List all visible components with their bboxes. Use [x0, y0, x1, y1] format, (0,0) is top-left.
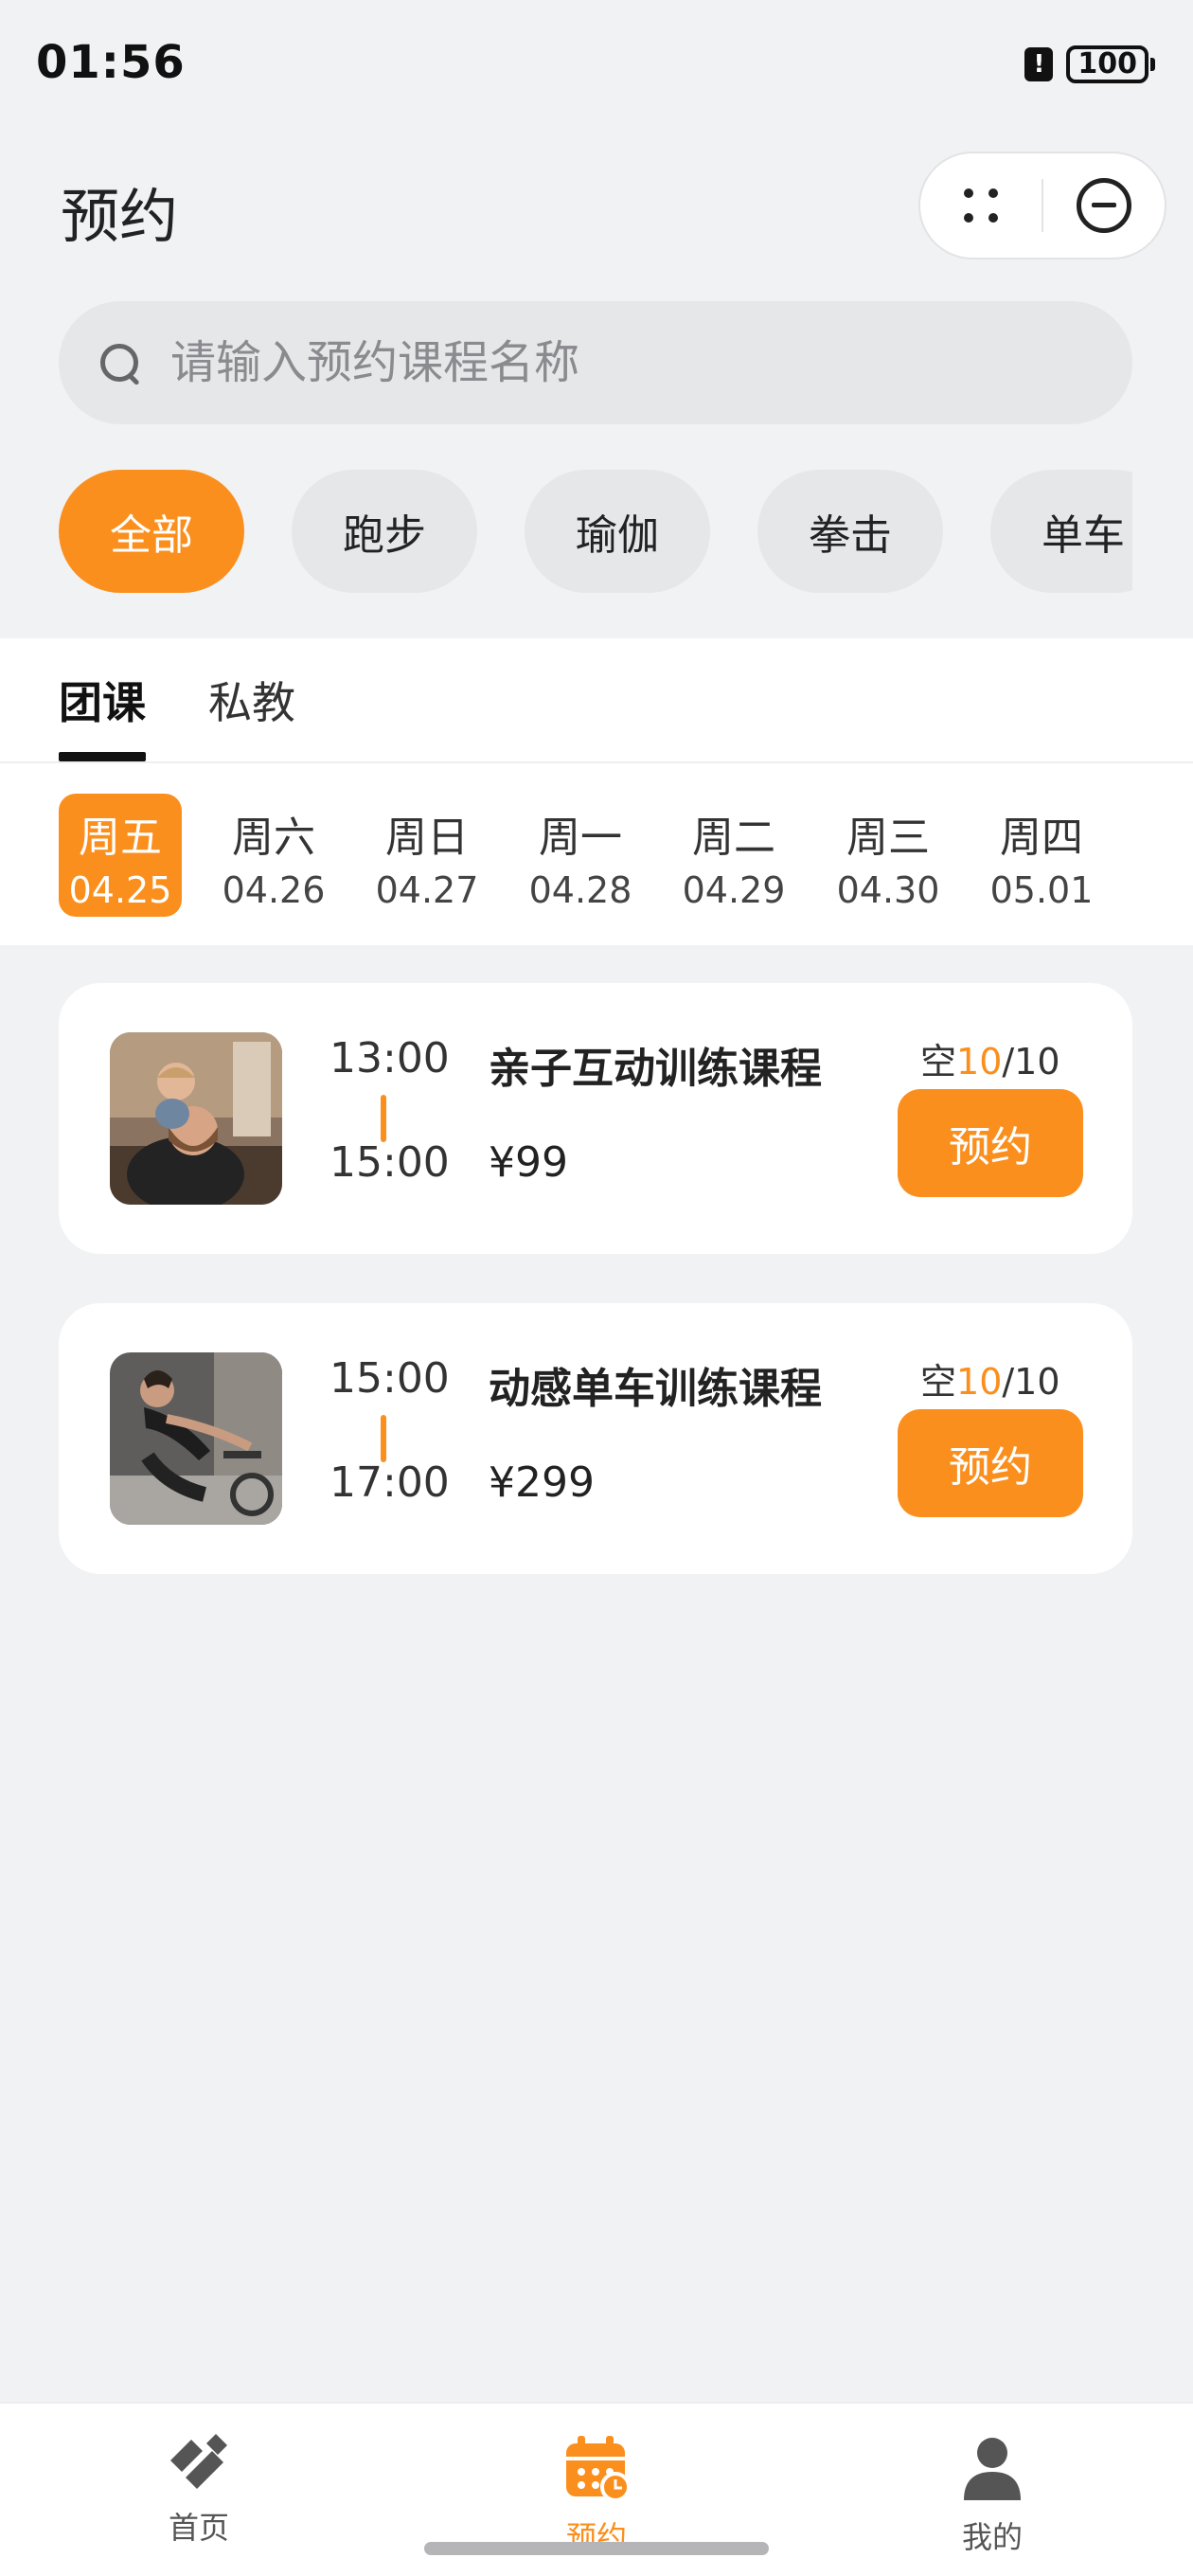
date-weekday: 周三: [846, 814, 930, 862]
date-value: 04.27: [375, 869, 479, 911]
date-weekday: 周一: [539, 814, 622, 862]
course-card[interactable]: 13:00 15:00 亲子互动训练课程 ¥99 空10/10 预约: [59, 983, 1132, 1254]
capacity-prefix: 空: [920, 1361, 957, 1403]
course-thumbnail: [110, 1352, 282, 1525]
date-item[interactable]: 周五 04.25: [59, 794, 182, 917]
date-value: 04.25: [68, 869, 172, 911]
search-input[interactable]: [170, 336, 1023, 389]
minus-circle-icon: [1077, 178, 1131, 233]
course-capacity: 空10/10: [920, 1352, 1060, 1404]
battery-icon: 100: [1066, 45, 1155, 83]
capacity-prefix: 空: [920, 1041, 957, 1082]
time-range-bar: [381, 1415, 386, 1462]
category-chip-yoga[interactable]: 瑜伽: [525, 470, 710, 593]
status-icons: ! 100: [1024, 45, 1155, 83]
status-bar: 01:56 ! 100: [0, 0, 1193, 133]
course-name: 亲子互动训练课程: [489, 1045, 822, 1093]
tabbar-label: 首页: [168, 2510, 229, 2546]
date-weekday: 周四: [1000, 814, 1083, 862]
minimize-button[interactable]: [1043, 153, 1165, 258]
date-value: 04.28: [528, 869, 632, 911]
tabbar-item-home[interactable]: 首页: [104, 2434, 294, 2548]
course-end-time: 17:00: [329, 1458, 450, 1507]
more-dots-icon: [960, 185, 1002, 226]
schedule-panel: 团课 私教 周五 04.25 周六 04.26 周日 04.27 周一 04.2…: [0, 638, 1193, 945]
capacity-available: 10: [956, 1041, 1003, 1082]
search-bar: [59, 301, 1132, 424]
category-chip-all[interactable]: 全部: [59, 470, 244, 593]
date-weekday: 周六: [232, 814, 315, 862]
category-chip-boxing[interactable]: 拳击: [757, 470, 943, 593]
course-start-time: 15:00: [329, 1354, 450, 1403]
alert-icon: !: [1024, 47, 1054, 81]
book-button[interactable]: 预约: [898, 1089, 1083, 1197]
capacity-total: /10: [1002, 1041, 1060, 1082]
more-button[interactable]: [920, 153, 1042, 258]
tabbar-item-profile[interactable]: 我的: [898, 2434, 1087, 2557]
capacity-total: /10: [1002, 1361, 1060, 1403]
course-price: ¥99: [489, 1138, 568, 1187]
booking-page: 01:56 ! 100 预约 全部跑步瑜伽拳击单车: [0, 0, 1193, 2576]
active-tab-underline: [59, 752, 146, 761]
calendar-icon: [566, 2436, 631, 2502]
tab-group-class[interactable]: 团课: [59, 669, 146, 731]
tab-private-coach[interactable]: 私教: [208, 669, 295, 731]
user-icon: [964, 2438, 1021, 2500]
course-name: 动感单车训练课程: [489, 1365, 822, 1413]
date-weekday: 周二: [692, 814, 775, 862]
date-item[interactable]: 周四 05.01: [980, 794, 1103, 917]
search-icon: [97, 340, 142, 385]
home-logo-icon: [170, 2434, 227, 2489]
date-item[interactable]: 周二 04.29: [672, 794, 795, 917]
course-price: ¥299: [489, 1458, 595, 1507]
book-button[interactable]: 预约: [898, 1409, 1083, 1517]
date-item[interactable]: 周三 04.30: [827, 794, 950, 917]
date-value: 05.01: [989, 869, 1094, 911]
date-value: 04.30: [836, 869, 940, 911]
mini-program-capsule: [918, 152, 1166, 259]
home-indicator: [424, 2542, 769, 2555]
battery-level: 100: [1066, 45, 1148, 83]
status-time: 01:56: [36, 36, 186, 89]
tabbar-item-booking[interactable]: 预约: [502, 2434, 691, 2557]
course-start-time: 13:00: [329, 1034, 450, 1082]
date-item[interactable]: 周日 04.27: [365, 794, 489, 917]
tabbar-label: 我的: [961, 2519, 1023, 2555]
date-item[interactable]: 周一 04.28: [519, 794, 642, 917]
date-item[interactable]: 周六 04.26: [212, 794, 335, 917]
date-weekday: 周五: [79, 814, 162, 862]
category-chip-cycling[interactable]: 单车: [990, 470, 1132, 593]
page-title: 预约: [61, 182, 179, 251]
course-card[interactable]: 15:00 17:00 动感单车训练课程 ¥299 空10/10 预约: [59, 1303, 1132, 1574]
category-chips: 全部 跑步 瑜伽 拳击 单车: [59, 470, 1132, 593]
course-end-time: 15:00: [329, 1138, 450, 1187]
course-thumbnail: [110, 1032, 282, 1205]
category-chip-running[interactable]: 跑步: [292, 470, 477, 593]
date-selector: 周五 04.25 周六 04.26 周日 04.27 周一 04.28 周二 0…: [0, 794, 1193, 917]
date-weekday: 周日: [385, 814, 469, 862]
date-value: 04.29: [682, 869, 786, 911]
course-type-tabs: 团课 私教: [0, 638, 1193, 763]
date-value: 04.26: [222, 869, 326, 911]
time-range-bar: [381, 1095, 386, 1142]
capacity-available: 10: [956, 1361, 1003, 1403]
course-capacity: 空10/10: [920, 1032, 1060, 1084]
